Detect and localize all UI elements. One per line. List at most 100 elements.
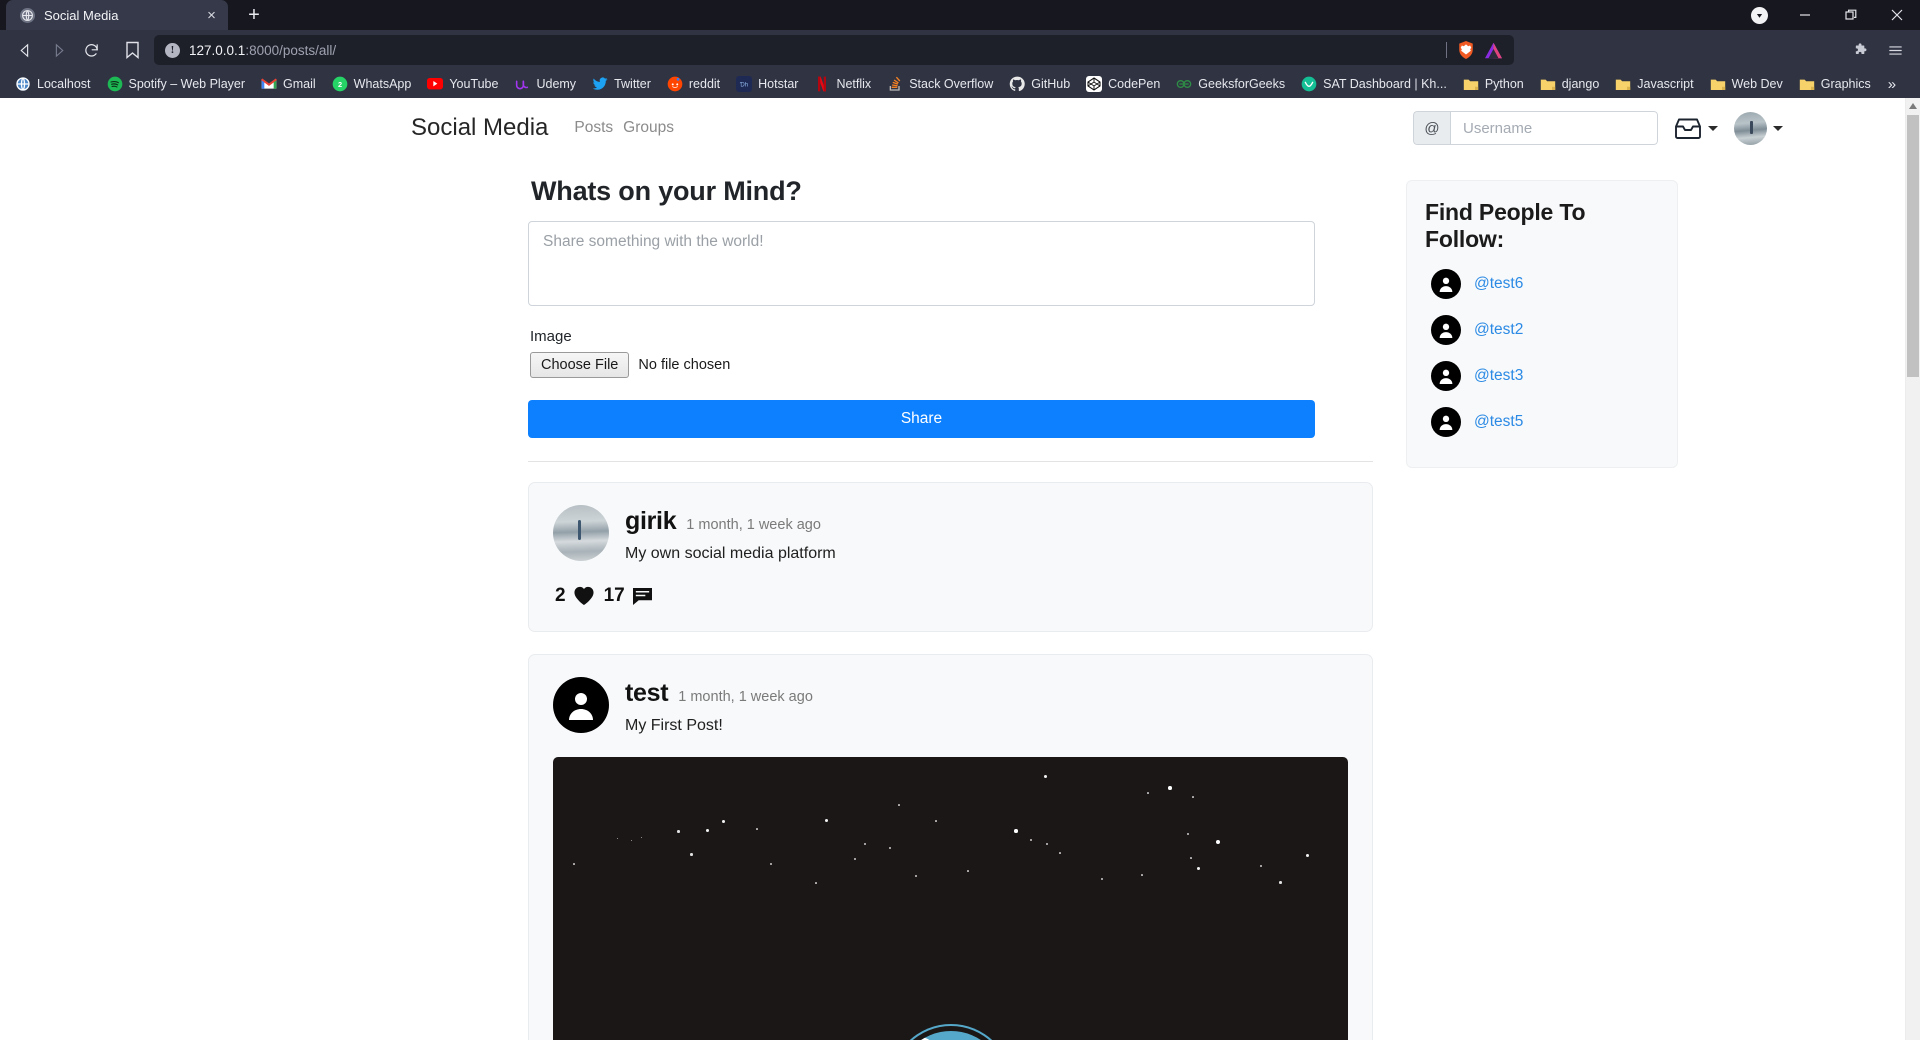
comment-icon[interactable]	[632, 587, 653, 606]
bookmark-item-web-dev[interactable]: Web Dev	[1703, 73, 1790, 95]
close-icon[interactable]: ×	[203, 7, 220, 24]
follow-suggestion-handle[interactable]: @test6	[1474, 275, 1523, 293]
puzzle-icon[interactable]	[1846, 35, 1876, 65]
chevron-down-icon[interactable]	[1773, 125, 1783, 131]
star	[967, 870, 969, 872]
bookmark-item-python[interactable]: Python	[1456, 73, 1531, 95]
bookmark-item-github[interactable]: GitHub	[1002, 73, 1077, 95]
minimize-button[interactable]	[1782, 0, 1828, 30]
bookmark-label: Hotstar	[758, 77, 799, 91]
bookmark-label: WhatsApp	[353, 77, 412, 91]
post-meta: test 1 month, 1 week ago My First Post!	[625, 677, 813, 735]
bookmark-item-netflix[interactable]: Netflix	[807, 73, 878, 95]
divider	[528, 461, 1373, 462]
page-scrollbar[interactable]	[1905, 98, 1920, 1040]
post-avatar[interactable]	[553, 505, 609, 561]
bookmark-item-codepen[interactable]: CodePen	[1079, 73, 1167, 95]
inbox-dropdown[interactable]	[1674, 117, 1718, 140]
star	[1279, 881, 1282, 884]
find-people-panel: Find People To Follow: @test6 @test2 @test…	[1406, 180, 1678, 468]
back-icon[interactable]	[10, 35, 40, 65]
follow-suggestion-item[interactable]: @test2	[1425, 307, 1659, 353]
bookmark-item-django[interactable]: django	[1533, 73, 1607, 95]
bookmark-label: Javascript	[1637, 77, 1694, 91]
scroll-up-arrow[interactable]	[1906, 98, 1920, 113]
close-window-button[interactable]	[1874, 0, 1920, 30]
user-icon	[1431, 315, 1461, 345]
tab-title: Social Media	[44, 7, 119, 23]
follow-suggestion-item[interactable]: @test5	[1425, 399, 1659, 445]
compose-textarea[interactable]	[528, 221, 1315, 306]
folder-icon	[1799, 76, 1815, 92]
bookmarks-overflow-button[interactable]: »	[1882, 76, 1902, 93]
youtube-icon	[427, 76, 444, 92]
stackoverflow-icon	[887, 76, 903, 92]
post-avatar[interactable]	[553, 677, 609, 733]
address-bar[interactable]: ! 127.0.0.1:8000/posts/all/	[154, 35, 1514, 65]
scrollbar-thumb[interactable]	[1907, 115, 1919, 377]
bookmark-item-localhost[interactable]: Localhost	[8, 73, 98, 95]
folder-icon	[1710, 76, 1726, 92]
star	[1197, 867, 1200, 870]
github-icon	[1009, 76, 1026, 92]
follow-suggestion-item[interactable]: @test3	[1425, 353, 1659, 399]
choose-file-button[interactable]: Choose File	[530, 352, 630, 378]
chevron-down-icon[interactable]	[1708, 125, 1718, 131]
account-dropdown[interactable]	[1734, 111, 1783, 145]
window-controls	[1751, 0, 1920, 30]
site-info-icon[interactable]: !	[165, 42, 180, 58]
bookmark-item-gmail[interactable]: Gmail	[254, 73, 323, 95]
prism-extension-icon[interactable]	[1484, 40, 1503, 61]
heart-icon[interactable]	[573, 586, 595, 606]
new-tab-button[interactable]: +	[240, 1, 268, 29]
bookmark-item-spotify-web-player[interactable]: Spotify – Web Player	[100, 73, 253, 95]
like-stat[interactable]: 2	[555, 585, 595, 607]
star	[706, 829, 709, 832]
bookmark-item-udemy[interactable]: Udemy	[507, 73, 583, 95]
inbox-icon[interactable]	[1674, 117, 1702, 140]
at-prefix-icon: @	[1413, 111, 1450, 145]
bookmark-icon[interactable]	[117, 35, 147, 65]
share-button[interactable]: Share	[528, 400, 1315, 438]
bookmark-item-reddit[interactable]: reddit	[660, 73, 727, 95]
site-nav-links: Posts Groups	[574, 119, 674, 137]
follow-suggestion-handle[interactable]: @test5	[1474, 413, 1523, 431]
search-input[interactable]	[1450, 111, 1658, 145]
follow-suggestion-item[interactable]: @test6	[1425, 261, 1659, 307]
bookmark-item-twitter[interactable]: Twitter	[585, 73, 658, 95]
bookmark-item-stack-overflow[interactable]: Stack Overflow	[880, 73, 1000, 95]
bookmark-item-hotstar[interactable]: Ɗh Hotstar	[729, 73, 805, 95]
nav-link-groups[interactable]: Groups	[623, 119, 674, 137]
hamburger-menu-icon[interactable]	[1880, 35, 1910, 65]
post-author[interactable]: girik	[625, 507, 677, 536]
bookmark-item-sat-dashboard-kh[interactable]: SAT Dashboard | Kh...	[1294, 73, 1454, 95]
folder-icon	[1463, 76, 1479, 92]
find-people-list: @test6 @test2 @test3 @test5	[1425, 261, 1659, 445]
star	[935, 820, 937, 822]
downloads-icon[interactable]	[1751, 6, 1768, 24]
browser-tab[interactable]: Social Media ×	[6, 0, 228, 30]
bookmark-item-whatsapp[interactable]: 2 WhatsApp	[325, 73, 419, 95]
bookmark-item-javascript[interactable]: Javascript	[1608, 73, 1700, 95]
bookmark-item-graphics[interactable]: Graphics	[1792, 73, 1878, 95]
post-author[interactable]: test	[625, 679, 669, 708]
forward-icon[interactable]	[43, 35, 73, 65]
post-image[interactable]	[553, 757, 1348, 1040]
site-brand[interactable]: Social Media	[411, 114, 548, 142]
comment-stat[interactable]: 17	[604, 585, 653, 607]
nav-link-posts[interactable]: Posts	[574, 119, 613, 137]
file-input-row[interactable]: Choose File No file chosen	[530, 352, 1373, 378]
bookmarks-bar: Localhost Spotify – Web Player Gmail 2 Whats…	[0, 70, 1920, 98]
spotify-icon	[107, 76, 123, 92]
bookmark-item-youtube[interactable]: YouTube	[420, 73, 505, 95]
star	[1147, 792, 1149, 794]
follow-suggestion-handle[interactable]: @test3	[1474, 367, 1523, 385]
follow-suggestion-handle[interactable]: @test2	[1474, 321, 1523, 339]
restore-button[interactable]	[1828, 0, 1874, 30]
brave-shield-icon[interactable]	[1456, 40, 1475, 61]
reload-icon[interactable]	[76, 35, 106, 65]
bookmark-label: Python	[1484, 77, 1524, 91]
avatar[interactable]	[1734, 111, 1767, 145]
star	[1216, 840, 1220, 844]
bookmark-item-geeksforgeeks[interactable]: GeeksforGeeks	[1169, 73, 1292, 95]
